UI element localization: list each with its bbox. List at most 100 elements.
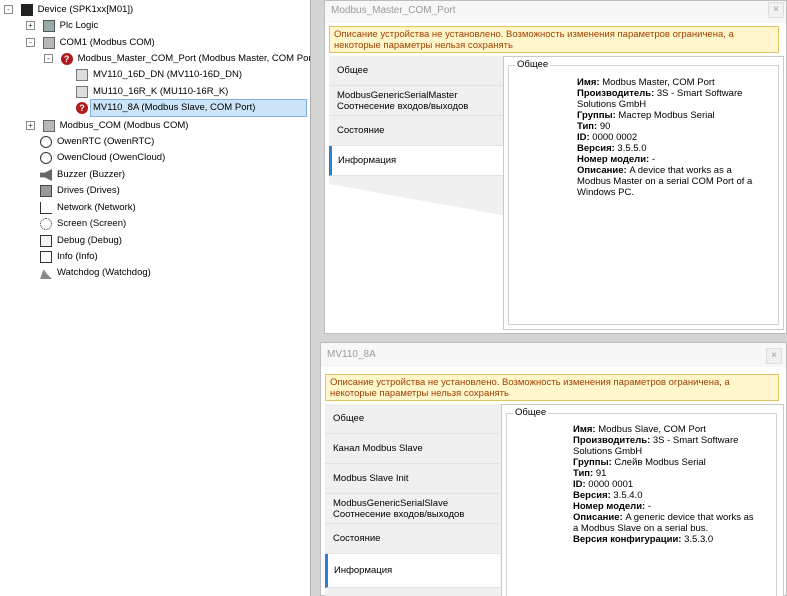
tree-item-owencloud[interactable]: OwenCloud (OwenCloud) (40, 150, 167, 166)
info-line: Версия конфигурации: 3.5.3.0 (573, 534, 778, 545)
general-group: Общее Имя: Modbus Slave, COM Port Произво… (506, 407, 778, 596)
info-key: Версия: (577, 143, 615, 154)
warning-banner: Описание устройства не установлено. Возм… (329, 26, 779, 53)
info-line: Версия: 3.5.4.0 (573, 490, 778, 501)
tab-modbus-slave-init[interactable]: Modbus Slave Init (325, 464, 500, 494)
slave-editor-window: MV110_8A × Описание устройства не устано… (320, 342, 787, 596)
info-value: A generic device that works as (622, 512, 754, 523)
info-line: Группы: Мастер Modbus Serial (577, 110, 777, 121)
info-value: Windows PC. (577, 187, 635, 198)
info-line: Версия: 3.5.5.0 (577, 143, 777, 154)
tree-item-screen[interactable]: Screen (Screen) (40, 216, 128, 232)
tree-item-label: MV110_16D_DN (MV110-16D_DN) (93, 69, 243, 80)
tree-item-label: Screen (Screen) (57, 218, 127, 229)
speaker-icon (40, 169, 52, 181)
tab-information[interactable]: Информация (329, 146, 504, 176)
tab-io-mapping[interactable]: ModbusGenericSerialSlave Соотнесение вход… (325, 494, 500, 524)
info-line: Производитель: 3S - Smart Software (573, 435, 778, 446)
tab-status[interactable]: Состояние (325, 524, 500, 554)
tree-item-label: OwenCloud (OwenCloud) (57, 152, 166, 163)
tree-item-plc-logic[interactable]: + Plc Logic (26, 18, 100, 34)
info-value: 3.5.5.0 (614, 143, 647, 154)
info-value: 3S - Smart Software (654, 88, 743, 99)
tree-item-device[interactable]: - Device (SPK1xx[M01]) (4, 2, 135, 18)
info-line: Номер модели: - (577, 154, 777, 165)
info-value: Modbus Master, COM Port (599, 77, 715, 88)
info-value: 0000 0001 (585, 479, 634, 490)
info-key: Группы: (577, 110, 616, 121)
editor-title: MV110_8A (321, 343, 786, 367)
tree-item-drives[interactable]: Drives (Drives) (40, 183, 122, 199)
clock-icon (40, 136, 52, 148)
com-port-icon (42, 37, 55, 49)
tree-item-label: COM1 (Modbus COM) (59, 37, 155, 48)
info-line: Группы: Слейв Modbus Serial (573, 457, 778, 468)
tab-io-mapping[interactable]: ModbusGenericSerialMaster Соотнесение вхо… (329, 86, 504, 116)
info-value: 3.5.4.0 (610, 490, 643, 501)
info-key: Имя: (577, 77, 600, 88)
info-key: Тип: (577, 121, 598, 132)
tree-item-label: Debug (Debug) (57, 235, 122, 246)
group-title: Общее (515, 59, 551, 70)
tree-item-mv110-16d[interactable]: MV110_16D_DN (MV110-16D_DN) (76, 67, 244, 83)
info-key: Версия конфигурации: (573, 534, 682, 545)
info-key: Описание: (577, 165, 627, 176)
info-value: A device that works as a (626, 165, 732, 176)
close-icon[interactable]: × (768, 2, 784, 18)
information-panel: Общее Имя: Modbus Master, COM Port Произв… (503, 56, 784, 330)
expand-icon[interactable]: + (26, 21, 35, 30)
info-line: ID: 0000 0002 (577, 132, 777, 143)
tab-general[interactable]: Общее (325, 404, 500, 434)
editor-title: Modbus_Master_COM_Port (325, 1, 786, 23)
horizontal-splitter[interactable] (318, 334, 787, 342)
info-line: Производитель: 3S - Smart Software (577, 88, 777, 99)
tree-item-com1[interactable]: - COM1 (Modbus COM) (26, 35, 157, 51)
tree-item-label: Plc Logic (59, 20, 99, 31)
tree-item-mv110-8a[interactable]: ? MV110_8A (Modbus Slave, COM Port) (76, 99, 308, 117)
device-tree: - Device (SPK1xx[M01]) + Plc Logic - COM… (0, 0, 317, 596)
collapse-icon[interactable]: - (26, 38, 35, 47)
tree-item-mu110-16r[interactable]: MU110_16R_K (MU110-16R_K) (76, 84, 230, 100)
info-line: Windows PC. (577, 187, 777, 198)
collapse-icon[interactable]: - (44, 54, 53, 63)
info-line: Modbus Master on a serial COM Port of a (577, 176, 777, 187)
tree-item-modbus-master[interactable]: - ? Modbus_Master_COM_Port (Modbus Master… (44, 51, 319, 67)
tree-item-watchdog[interactable]: Watchdog (Watchdog) (40, 265, 153, 281)
warning-text-line2: некоторые параметры нельзя сохранять (330, 388, 509, 399)
info-icon (40, 251, 52, 263)
info-value: 90 (597, 121, 611, 132)
tree-item-label: OwenRTC (OwenRTC) (57, 136, 155, 147)
info-value: - (649, 154, 656, 165)
tree-item-info[interactable]: Info (Info) (40, 249, 100, 265)
tree-item-owenrtc[interactable]: OwenRTC (OwenRTC) (40, 134, 156, 150)
info-line: ID: 0000 0001 (573, 479, 778, 490)
expand-icon[interactable]: + (26, 121, 35, 130)
info-value: - (645, 501, 652, 512)
tree-item-network[interactable]: Network (Network) (40, 200, 138, 216)
group-title: Общее (513, 407, 549, 418)
info-line: Описание: A generic device that works as (573, 512, 778, 523)
collapse-icon[interactable]: - (4, 5, 13, 14)
tab-status[interactable]: Состояние (329, 116, 504, 146)
tab-modbus-slave-channel[interactable]: Канал Modbus Slave (325, 434, 500, 464)
warning-text-line2: некоторые параметры нельзя сохранять (334, 40, 513, 51)
info-line: Solutions GmbH (573, 446, 778, 457)
general-group: Общее Имя: Modbus Master, COM Port Произв… (508, 59, 779, 325)
info-value: 3S - Smart Software (650, 435, 739, 446)
info-line: Номер модели: - (573, 501, 778, 512)
tree-item-label: MU110_16R_K (MU110-16R_K) (93, 86, 229, 97)
info-key: Имя: (573, 424, 596, 435)
info-key: Производитель: (577, 88, 655, 99)
tab-information[interactable]: Информация (325, 554, 500, 588)
tree-item-modbus-com[interactable]: + Modbus_COM (Modbus COM) (26, 118, 190, 134)
error-icon: ? (76, 102, 88, 114)
tree-item-buzzer[interactable]: Buzzer (Buzzer) (40, 167, 127, 183)
close-icon[interactable]: × (766, 348, 782, 364)
info-value: Мастер Modbus Serial (615, 110, 715, 121)
watchdog-icon (40, 269, 52, 279)
tree-item-debug[interactable]: Debug (Debug) (40, 233, 124, 249)
vertical-splitter[interactable] (310, 0, 318, 596)
tree-item-label: Buzzer (Buzzer) (57, 169, 126, 180)
info-key: Номер модели: (577, 154, 650, 165)
tab-general[interactable]: Общее (329, 56, 504, 86)
